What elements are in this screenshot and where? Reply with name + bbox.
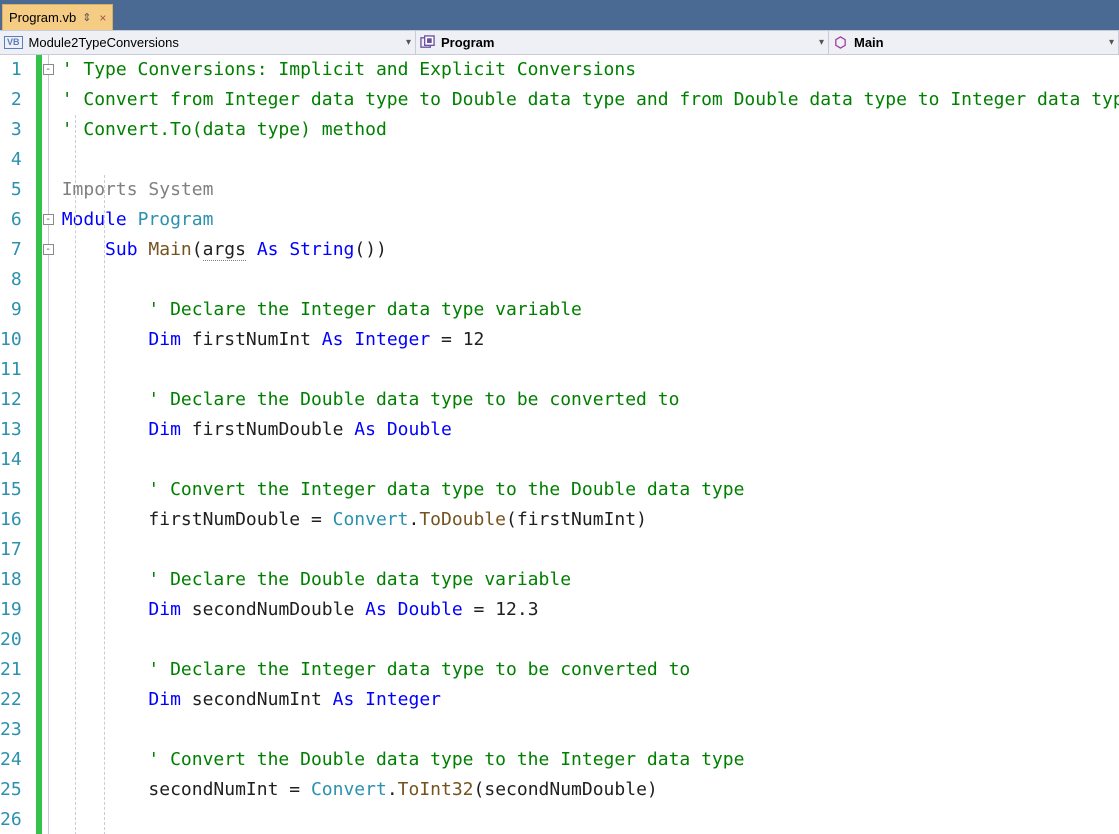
code-line[interactable]: ' Type Conversions: Implicit and Explici… — [62, 55, 1119, 85]
pin-icon[interactable]: ⇕ — [82, 11, 91, 24]
nav-class-dropdown[interactable]: Program ▾ — [416, 31, 829, 54]
nav-member-label: Main — [854, 35, 884, 50]
line-number: 9 — [0, 295, 22, 325]
line-number: 5 — [0, 175, 22, 205]
chevron-down-icon: ▾ — [813, 37, 824, 48]
chevron-down-icon: ▾ — [400, 37, 411, 48]
line-number: 13 — [0, 415, 22, 445]
code-navigation-bar: VB Module2TypeConversions ▾ Program ▾ Ma… — [0, 30, 1119, 55]
code-line[interactable] — [62, 145, 1119, 175]
line-number: 16 — [0, 505, 22, 535]
line-number: 17 — [0, 535, 22, 565]
code-line[interactable] — [62, 805, 1119, 834]
line-number: 18 — [0, 565, 22, 595]
document-tabstrip: Program.vb ⇕ × — [0, 0, 1119, 30]
outline-toggle[interactable]: - — [43, 244, 54, 255]
line-number: 12 — [0, 385, 22, 415]
line-number: 24 — [0, 745, 22, 775]
code-line[interactable] — [62, 355, 1119, 385]
code-line[interactable]: secondNumInt = Convert.ToInt32(secondNum… — [62, 775, 1119, 805]
module-icon — [420, 35, 435, 50]
code-editor[interactable]: 1234567891011121314151617181920212223242… — [0, 55, 1119, 834]
line-number: 4 — [0, 145, 22, 175]
code-line[interactable]: Dim secondNumInt As Integer — [62, 685, 1119, 715]
line-number: 20 — [0, 625, 22, 655]
code-line[interactable] — [62, 625, 1119, 655]
code-line[interactable]: ' Convert from Integer data type to Doub… — [62, 85, 1119, 115]
code-line[interactable]: firstNumDouble = Convert.ToDouble(firstN… — [62, 505, 1119, 535]
nav-project-label: Module2TypeConversions — [29, 35, 179, 50]
line-number: 1 — [0, 55, 22, 85]
line-number: 6 — [0, 205, 22, 235]
code-line[interactable]: Module Program — [62, 205, 1119, 235]
code-line[interactable]: ' Declare the Double data type variable — [62, 565, 1119, 595]
tab-filename: Program.vb — [9, 10, 76, 25]
code-line[interactable]: Sub Main(args As String()) — [62, 235, 1119, 265]
outline-toggle[interactable]: - — [43, 64, 54, 75]
code-line[interactable]: ' Declare the Double data type to be con… — [62, 385, 1119, 415]
code-line[interactable] — [62, 535, 1119, 565]
outline-toggle[interactable]: - — [43, 214, 54, 225]
chevron-down-icon: ▾ — [1103, 37, 1114, 48]
vb-file-icon: VB — [4, 36, 23, 49]
line-number: 22 — [0, 685, 22, 715]
line-number: 14 — [0, 445, 22, 475]
line-number: 25 — [0, 775, 22, 805]
line-number: 7 — [0, 235, 22, 265]
line-number: 21 — [0, 655, 22, 685]
line-number: 26 — [0, 805, 22, 834]
code-line[interactable]: Dim firstNumInt As Integer = 12 — [62, 325, 1119, 355]
nav-member-dropdown[interactable]: Main ▾ — [829, 31, 1119, 54]
line-number: 15 — [0, 475, 22, 505]
code-line[interactable]: ' Convert the Double data type to the In… — [62, 745, 1119, 775]
code-line[interactable]: ' Declare the Integer data type variable — [62, 295, 1119, 325]
code-line[interactable]: Dim firstNumDouble As Double — [62, 415, 1119, 445]
code-line[interactable]: ' Convert.To(data type) method — [62, 115, 1119, 145]
close-icon[interactable]: × — [99, 11, 106, 25]
code-line[interactable] — [62, 445, 1119, 475]
line-number: 11 — [0, 355, 22, 385]
code-line[interactable] — [62, 265, 1119, 295]
code-line[interactable] — [62, 715, 1119, 745]
code-line[interactable]: Dim secondNumDouble As Double = 12.3 — [62, 595, 1119, 625]
code-text-area[interactable]: ' Type Conversions: Implicit and Explici… — [36, 55, 1119, 834]
line-number: 23 — [0, 715, 22, 745]
line-number: 19 — [0, 595, 22, 625]
line-number: 8 — [0, 265, 22, 295]
nav-project-dropdown[interactable]: VB Module2TypeConversions ▾ — [0, 31, 416, 54]
method-icon — [833, 35, 848, 50]
line-number: 10 — [0, 325, 22, 355]
nav-class-label: Program — [441, 35, 494, 50]
tab-program-vb[interactable]: Program.vb ⇕ × — [2, 4, 113, 30]
line-number-gutter: 1234567891011121314151617181920212223242… — [0, 55, 36, 834]
outlining-margin: - - - — [42, 55, 58, 834]
line-number: 2 — [0, 85, 22, 115]
code-line[interactable]: ' Declare the Integer data type to be co… — [62, 655, 1119, 685]
code-line[interactable]: Imports System — [62, 175, 1119, 205]
line-number: 3 — [0, 115, 22, 145]
code-line[interactable]: ' Convert the Integer data type to the D… — [62, 475, 1119, 505]
